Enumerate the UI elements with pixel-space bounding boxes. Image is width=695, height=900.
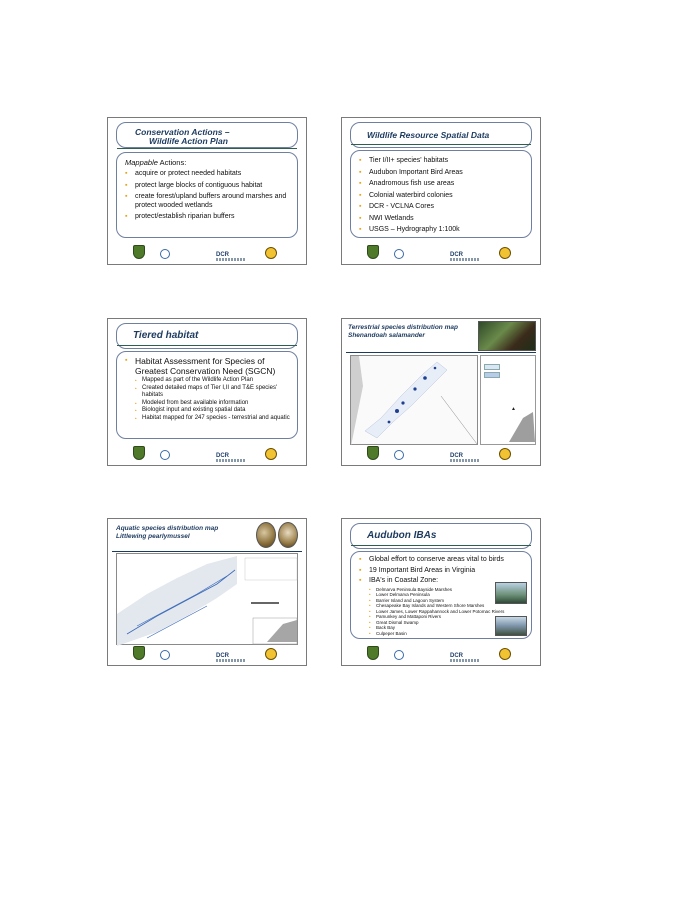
slide-title-line2: Shenandoah salamander <box>348 331 425 339</box>
title-rule <box>117 345 297 346</box>
map-legend-panel: ▲ <box>480 355 536 445</box>
sub-bullet-item: Modeled from best available information <box>135 400 291 408</box>
slide-title-line1: Terrestrial species distribution map <box>348 324 458 331</box>
slide-title-line1: Aquatic species distribution map <box>116 525 219 532</box>
slide-footer: DCR <box>342 243 540 261</box>
bullet-item: create forest/upland buffers around mars… <box>125 193 291 210</box>
legend-swatch <box>484 364 500 370</box>
swoosh-logo-icon <box>394 650 404 660</box>
sub-bullet-item: Habitat mapped for 247 species - terrest… <box>135 415 291 423</box>
swoosh-logo-icon <box>160 450 170 460</box>
marsh-photo <box>495 616 527 636</box>
bullet-item: 19 Important Bird Areas in Virginia <box>359 567 525 576</box>
swoosh-logo-icon <box>160 249 170 259</box>
slide-content: Tier I/II+ species' habitats Audubon Imp… <box>350 150 532 238</box>
title-rule <box>351 545 531 546</box>
title-rule <box>112 551 302 552</box>
bullet-item: Tier I/II+ species' habitats <box>359 157 525 166</box>
slide-spatial-data: Wildlife Resource Spatial Data Tier I/II… <box>341 117 541 265</box>
slide-footer: DCR <box>342 644 540 662</box>
swoosh-logo-icon <box>394 450 404 460</box>
dcr-logo-subtitle <box>450 459 480 462</box>
bullet-item: Colonial waterbird colonies <box>359 192 525 201</box>
dcr-logo-subtitle <box>216 659 246 662</box>
bullet-item: acquire or protect needed habitats <box>125 170 291 179</box>
sub-bullet-list: Mapped as part of the Wildlife Action Pl… <box>135 377 291 422</box>
slide-footer: DCR <box>108 243 306 261</box>
seal-logo-icon <box>265 648 277 660</box>
bullet-list: acquire or protect needed habitats prote… <box>125 170 291 225</box>
bullet-item: Habitat Assessment for Species of Greate… <box>125 356 291 422</box>
slide-footer: DCR <box>108 644 306 662</box>
shield-logo-icon <box>367 646 379 660</box>
swoosh-logo-icon <box>394 249 404 259</box>
seal-logo-icon <box>499 448 511 460</box>
slide-title: Tiered habitat <box>133 330 199 341</box>
inset-map <box>509 412 535 442</box>
seal-logo-icon <box>265 448 277 460</box>
bullet-item: NWI Wetlands <box>359 215 525 224</box>
map-graphic: ▲ <box>117 556 298 646</box>
seal-logo-icon <box>499 648 511 660</box>
slide-footer: DCR <box>108 444 306 462</box>
title-rule <box>117 148 297 149</box>
slide-title: Audubon IBAs <box>367 530 437 541</box>
sub-bullet-item: Mapped as part of the Wildlife Action Pl… <box>135 377 291 385</box>
salamander-photo <box>478 321 536 351</box>
dcr-logo-subtitle <box>450 659 480 662</box>
shield-logo-icon <box>133 446 145 460</box>
bullet-item: Audubon Important Bird Areas <box>359 169 525 178</box>
seal-logo-icon <box>499 247 511 259</box>
slide-content: Global effort to conserve areas vital to… <box>350 551 532 639</box>
slide-audubon-ibas: Audubon IBAs Global effort to conserve a… <box>341 518 541 666</box>
wetland-photo <box>495 582 527 604</box>
slide-content: Mappable Actions: acquire or protect nee… <box>116 152 298 238</box>
slide-footer: DCR <box>342 444 540 462</box>
bullet-item: Anadromous fish use areas <box>359 180 525 189</box>
bullet-item: USGS – Hydrography 1:100k <box>359 226 525 235</box>
mussel-photo-right <box>278 522 298 548</box>
mussel-photo-left <box>256 522 276 548</box>
bullet-item: protect large blocks of contiguous habit… <box>125 182 291 191</box>
seal-logo-icon <box>265 247 277 259</box>
bullet-list: Tier I/II+ species' habitats Audubon Imp… <box>359 157 525 238</box>
distribution-map <box>350 355 478 446</box>
title-rule <box>351 144 531 145</box>
sub-bullet-item: Biologist input and existing spatial dat… <box>135 407 291 415</box>
lead-text: Mappable Actions: <box>125 158 187 167</box>
bullet-item: DCR - VCLNA Cores <box>359 203 525 212</box>
bullet-item: protect/establish riparian buffers <box>125 213 291 222</box>
shield-logo-icon <box>367 446 379 460</box>
slide-title-line2: Littlewing pearlymussel <box>116 532 190 540</box>
shield-logo-icon <box>133 646 145 660</box>
slide-title-box: Conservation Actions – Wildlife Action P… <box>116 122 298 148</box>
slide-terrestrial-map: Terrestrial species distribution map She… <box>341 318 541 466</box>
bullet-item: Global effort to conserve areas vital to… <box>359 556 525 565</box>
bullet-list: Habitat Assessment for Species of Greate… <box>125 356 291 425</box>
shield-logo-icon <box>367 245 379 259</box>
dcr-logo-subtitle <box>450 258 480 261</box>
slide-tiered-habitat: Tiered habitat Habitat Assessment for Sp… <box>107 318 307 466</box>
slide-content: Habitat Assessment for Species of Greate… <box>116 351 298 439</box>
slide-aquatic-map: Aquatic species distribution map Littlew… <box>107 518 307 666</box>
dcr-logo-subtitle <box>216 459 246 462</box>
slide-conservation-actions: Conservation Actions – Wildlife Action P… <box>107 117 307 265</box>
shield-logo-icon <box>133 245 145 259</box>
sub-bullet-item: Created detailed maps of Tier I,II and T… <box>135 385 291 400</box>
distribution-map: ▲ <box>116 553 298 646</box>
slide-title: Aquatic species distribution map Littlew… <box>116 525 218 540</box>
title-rule <box>346 352 536 353</box>
slide-title: Terrestrial species distribution map She… <box>348 324 458 339</box>
slide-title: Wildlife Resource Spatial Data <box>367 130 490 140</box>
swoosh-logo-icon <box>160 650 170 660</box>
legend-swatch <box>484 372 500 378</box>
slide-title-line2: Wildlife Action Plan <box>149 136 228 146</box>
dcr-logo-subtitle <box>216 258 246 261</box>
map-graphic <box>351 356 478 446</box>
